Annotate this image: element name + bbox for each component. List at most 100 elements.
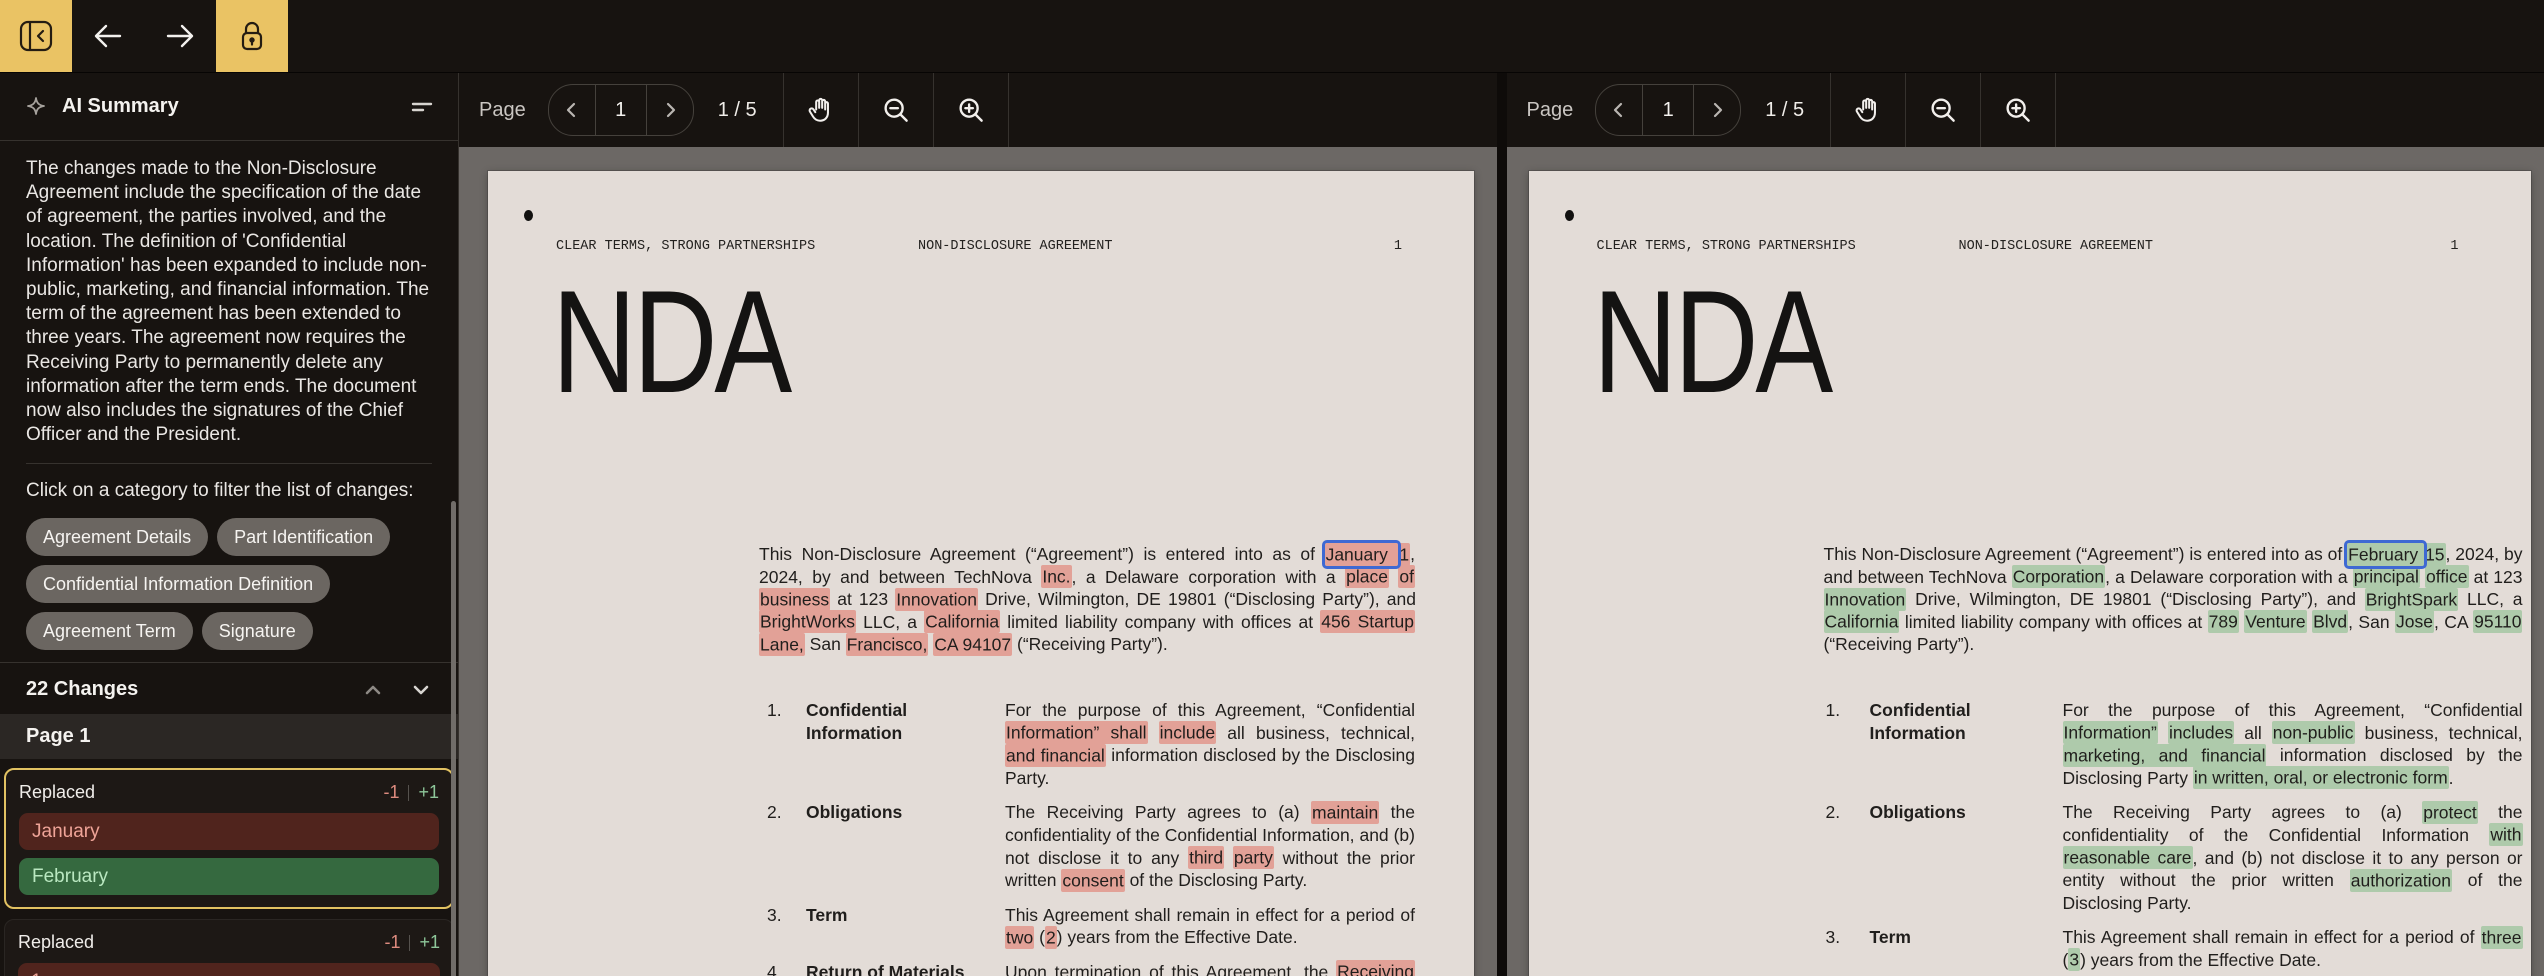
highlight-green[interactable]: protect: [2422, 801, 2478, 824]
forward-button[interactable]: [144, 0, 216, 72]
clause-body: This Agreement shall remain in effect fo…: [1005, 904, 1415, 949]
old-value-pill: January: [19, 813, 439, 850]
category-pill[interactable]: Part Identification: [217, 518, 390, 556]
highlight-green[interactable]: 789: [2208, 610, 2239, 633]
highlight-red[interactable]: include: [1159, 721, 1216, 744]
change-card[interactable]: Replaced -1 +1 1: [4, 919, 454, 976]
category-pill[interactable]: Confidential Information Definition: [26, 565, 330, 603]
highlight-green[interactable]: three: [2481, 926, 2523, 949]
hand-icon: [1853, 95, 1883, 125]
pan-tool-button[interactable]: [784, 73, 858, 147]
highlight-green[interactable]: BrightSpark: [2365, 588, 2458, 611]
highlight-red[interactable]: Receiving: [1336, 960, 1415, 976]
highlight-green[interactable]: 95110: [2473, 610, 2522, 633]
highlight-green[interactable]: Corporation: [2012, 565, 2105, 588]
filter-button[interactable]: [410, 95, 434, 119]
clause-number: 3.: [1826, 926, 1870, 949]
sidebar-toggle-button[interactable]: [0, 0, 72, 72]
lock-button[interactable]: [216, 0, 288, 72]
clause-item: 1. Confidential Information For the purp…: [488, 699, 1474, 789]
toolbar-separator: [2055, 73, 2056, 147]
highlight-red[interactable]: Inc.: [1041, 565, 1071, 588]
highlight-red-selected[interactable]: January: [1325, 543, 1399, 566]
doc-text: For the purpose of this Agreement, “Conf…: [2063, 700, 2523, 720]
sidebar-scrollbar[interactable]: [451, 501, 456, 976]
highlight-green[interactable]: Venture: [2244, 610, 2306, 633]
highlight-green[interactable]: office: [2425, 565, 2469, 588]
change-counts: -1 +1: [383, 782, 439, 803]
highlight-red[interactable]: Information” shall: [1005, 721, 1148, 744]
highlight-red[interactable]: Innovation: [895, 588, 978, 611]
back-button[interactable]: [72, 0, 144, 72]
highlight-green[interactable]: Jose: [2395, 610, 2434, 633]
highlight-green[interactable]: California: [1824, 610, 1900, 633]
zoom-out-button[interactable]: [859, 73, 933, 147]
previous-change-button[interactable]: [362, 679, 384, 701]
chevron-down-icon: [410, 679, 432, 701]
zoom-in-button[interactable]: [1981, 73, 2055, 147]
pane-divider[interactable]: [1497, 73, 1507, 976]
category-pill[interactable]: Signature: [202, 612, 313, 650]
highlight-red[interactable]: BrightWorks: [759, 610, 856, 633]
clause-item: 1. Confidential Information For the purp…: [1529, 699, 2531, 789]
highlight-green[interactable]: 15: [2424, 543, 2445, 566]
pan-tool-button[interactable]: [1831, 73, 1905, 147]
highlight-red[interactable]: California: [924, 610, 1000, 633]
clause-number: 2.: [1826, 801, 1870, 824]
highlight-red[interactable]: maintain: [1311, 801, 1379, 824]
prev-page-button[interactable]: [1596, 85, 1642, 135]
highlight-green[interactable]: authorization: [2350, 869, 2452, 892]
category-pill[interactable]: Agreement Details: [26, 518, 208, 556]
clause-heading: Obligations: [806, 801, 1005, 824]
highlight-green[interactable]: Blvd: [2312, 610, 2348, 633]
new-value-pill: February: [19, 858, 439, 895]
page-number-input[interactable]: [1642, 85, 1694, 135]
magnifier-minus-icon: [1928, 95, 1958, 125]
clause-heading: Term: [806, 904, 1005, 927]
highlight-red[interactable]: two: [1005, 926, 1034, 949]
zoom-in-button[interactable]: [934, 73, 1008, 147]
change-counts: -1 +1: [384, 932, 440, 953]
highlight-green[interactable]: principal: [2353, 565, 2420, 588]
highlight-red[interactable]: and financial: [1005, 744, 1106, 767]
right-document-viewport[interactable]: CLEAR TERMS, STRONG PARTNERSHIPS NON-DIS…: [1507, 147, 2544, 976]
highlight-red[interactable]: CA 94107: [933, 633, 1012, 656]
left-document-viewport[interactable]: CLEAR TERMS, STRONG PARTNERSHIPS NON-DIS…: [459, 147, 1497, 976]
clause-item: 3. Term This Agreement shall remain in e…: [488, 904, 1474, 949]
category-pill[interactable]: Agreement Term: [26, 612, 193, 650]
clause-body: Upon termination of this Agreement, the …: [1005, 961, 1415, 976]
prev-page-button[interactable]: [549, 85, 595, 135]
highlight-green-selected[interactable]: February: [2347, 543, 2424, 566]
doc-text: , San: [2348, 612, 2395, 632]
highlight-red[interactable]: party: [1233, 846, 1274, 869]
highlight-red[interactable]: Francisco,: [846, 633, 929, 656]
doc-text: This Non-Disclosure Agreement (“Agreemen…: [759, 544, 1325, 564]
highlight-red[interactable]: place: [1345, 565, 1389, 588]
highlight-red[interactable]: 2: [1045, 926, 1057, 949]
next-page-button[interactable]: [647, 85, 693, 135]
app-topbar: [0, 0, 2544, 73]
highlight-green[interactable]: 3: [2068, 948, 2080, 971]
highlight-green[interactable]: Information”: [2063, 721, 2158, 744]
page-number-input[interactable]: [595, 85, 647, 135]
highlight-green[interactable]: in written, oral, or electronic form: [2193, 766, 2449, 789]
clause-body: The Receiving Party agrees to (a) mainta…: [1005, 801, 1415, 891]
chevron-right-icon: [660, 100, 680, 120]
highlight-green[interactable]: marketing, and financial: [2063, 744, 2267, 767]
highlight-red[interactable]: third: [1188, 846, 1224, 869]
toolbar-separator: [1008, 73, 1009, 147]
doc-text: , a Delaware corporation with a: [2105, 567, 2353, 587]
change-card[interactable]: Replaced -1 +1 January February: [4, 768, 454, 909]
next-page-button[interactable]: [1694, 85, 1740, 135]
highlight-green[interactable]: includes: [2168, 721, 2234, 744]
highlight-red[interactable]: 1: [1398, 543, 1410, 566]
right-viewer: Page 1 / 5: [1507, 73, 2544, 976]
zoom-out-button[interactable]: [1906, 73, 1980, 147]
highlight-green[interactable]: Innovation: [1824, 588, 1907, 611]
filter-lines-icon: [410, 95, 434, 119]
highlight-red[interactable]: consent: [1061, 869, 1124, 892]
next-change-button[interactable]: [410, 679, 432, 701]
highlight-green[interactable]: non-public: [2272, 721, 2355, 744]
doc-text: (“Receiving Party”).: [1012, 634, 1168, 654]
changes-count: 22 Changes: [26, 678, 336, 701]
